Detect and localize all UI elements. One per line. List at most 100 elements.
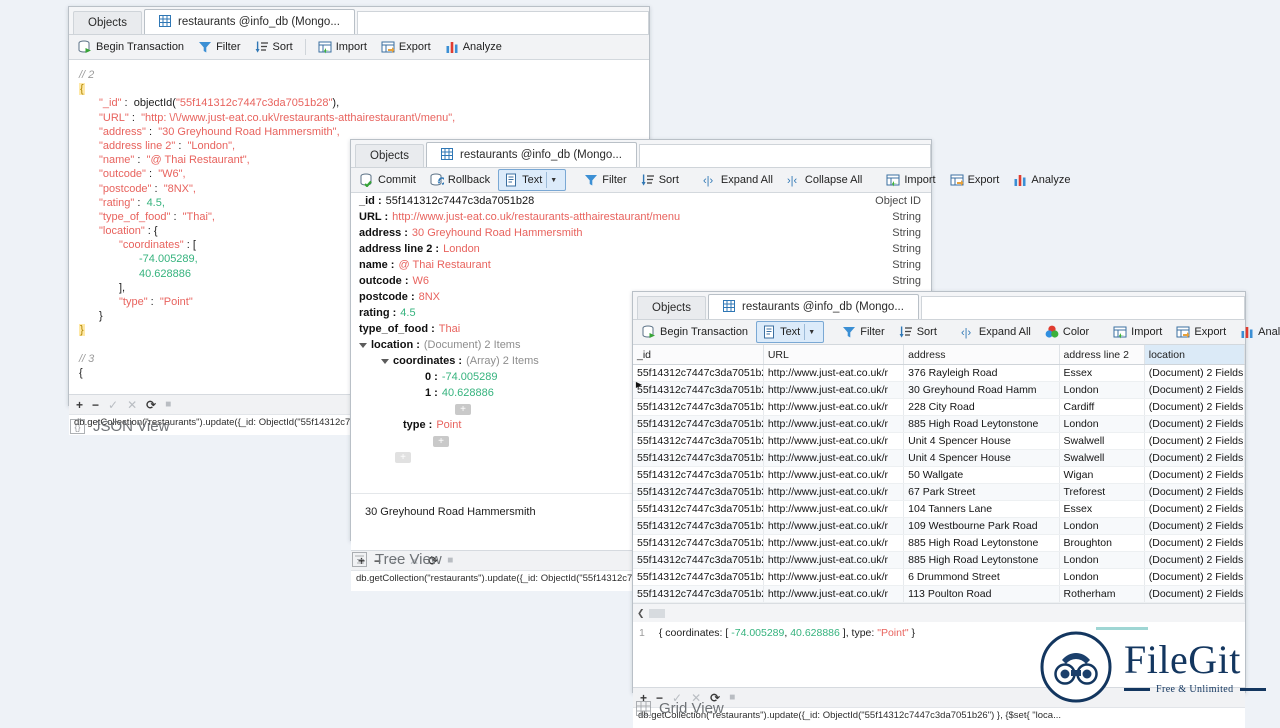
table-cell[interactable]: 55f14312c7447c3da7051b2a	[633, 535, 763, 552]
table-cell[interactable]: 228 City Road	[904, 399, 1059, 416]
table-cell[interactable]: 55f14312c7447c3da7051b34	[633, 518, 763, 535]
table-cell[interactable]: 55f14312c7447c3da7051b2b	[633, 586, 763, 603]
grid-toolbar-expand-all-button[interactable]: ‹|›Expand All	[955, 322, 1037, 342]
table-cell[interactable]: (Document) 2 Fields	[1144, 416, 1244, 433]
table-cell[interactable]: London	[1059, 552, 1144, 569]
table-cell[interactable]: http://www.just-eat.co.uk/r	[763, 603, 903, 604]
column-header-address-line-2[interactable]: address line 2	[1059, 345, 1144, 365]
table-cell[interactable]: (Document) 2 Fields	[1144, 484, 1244, 501]
table-cell[interactable]: 55f14312c7447c3da7051b31	[633, 484, 763, 501]
table-cell[interactable]: 55f14312c7447c3da7051b33	[633, 501, 763, 518]
table-cell[interactable]: (Document) 2 Fields	[1144, 586, 1244, 603]
json-toolbar-export-button[interactable]: Export	[375, 37, 437, 57]
table-cell[interactable]: Unit 4 Spencer House	[904, 433, 1059, 450]
cancel-edit-button[interactable]: ✕	[127, 398, 137, 412]
table-cell[interactable]: http://www.just-eat.co.uk/r	[763, 433, 903, 450]
tab-objects[interactable]: Objects	[355, 144, 424, 167]
table-cell[interactable]: (Document) 2 Fields	[1144, 399, 1244, 416]
table-cell[interactable]: http://www.just-eat.co.uk/r	[763, 569, 903, 586]
table-cell[interactable]: Swalwell	[1059, 433, 1144, 450]
expander-triangle-icon[interactable]	[359, 341, 368, 350]
tree-toolbar-filter-button[interactable]: Filter	[578, 170, 632, 190]
table-row[interactable]: 55f14312c7447c3da7051b27http://www.just-…	[633, 365, 1245, 382]
tree-toolbar-sort-button[interactable]: Sort	[635, 170, 685, 190]
table-cell[interactable]: 885 High Road Leytonstone	[904, 416, 1059, 433]
stop-button[interactable]: ■	[447, 555, 453, 566]
table-cell[interactable]: (Document) 2 Fields	[1144, 450, 1244, 467]
table-row[interactable]: 55f14312c7447c3da7051b2chttp://www.just-…	[633, 552, 1245, 569]
table-cell[interactable]: Unit 4 Spencer House	[904, 450, 1059, 467]
table-cell[interactable]: (Document) 2 Fields	[1144, 365, 1244, 382]
table-row[interactable]: 55f14312c7447c3da7051b2dhttp://www.just-…	[633, 569, 1245, 586]
column-header-_id[interactable]: _id	[633, 345, 763, 365]
tree-toolbar-commit-button[interactable]: Commit	[354, 170, 422, 190]
json-toolbar-begin-transaction-button[interactable]: Begin Transaction	[72, 37, 190, 57]
chevron-down-icon[interactable]: ▼	[546, 172, 560, 188]
tree-row[interactable]: address :30 Greyhound Road HammersmithSt…	[351, 225, 931, 241]
table-cell[interactable]: (Document) 2 Fields	[1144, 501, 1244, 518]
table-cell[interactable]: http://www.just-eat.co.uk/r	[763, 484, 903, 501]
table-cell[interactable]: 67 Park Street	[904, 484, 1059, 501]
tab-restaurants-collection[interactable]: restaurants @info_db (Mongo...	[708, 294, 919, 319]
chevron-down-icon[interactable]: ▼	[804, 324, 818, 340]
table-row[interactable]: 55f14312c7447c3da7051b2bhttp://www.just-…	[633, 586, 1245, 603]
grid-toolbar-sort-button[interactable]: Sort	[893, 322, 943, 342]
table-cell[interactable]: (Document) 2 Fields	[1144, 382, 1244, 399]
table-cell[interactable]: 30 Greyhound Road Hamm	[904, 382, 1059, 399]
tree-toolbar-analyze-button[interactable]: Analyze	[1007, 170, 1076, 190]
grid-toolbar-import-button[interactable]: Import	[1107, 322, 1168, 342]
table-cell[interactable]: 55f14312c7447c3da7051b35	[633, 603, 763, 604]
table-cell[interactable]: London	[1059, 416, 1144, 433]
table-cell[interactable]: Swalwell	[1059, 450, 1144, 467]
tree-row[interactable]: outcode :W6String	[351, 273, 931, 289]
expander-triangle-icon[interactable]	[381, 357, 390, 366]
stop-button[interactable]: ■	[165, 399, 171, 410]
column-header-location[interactable]: location	[1144, 345, 1244, 365]
table-row[interactable]: 55f14312c7447c3da7051b2ehttp://www.just-…	[633, 416, 1245, 433]
table-cell[interactable]: http://www.just-eat.co.uk/r	[763, 501, 903, 518]
table-cell[interactable]: Essex	[1059, 365, 1144, 382]
table-cell[interactable]: http://www.just-eat.co.uk/r	[763, 382, 903, 399]
table-cell[interactable]: http://www.just-eat.co.uk/r	[763, 450, 903, 467]
grid-toolbar-analyze-button[interactable]: Analyze	[1234, 322, 1280, 342]
collapse-chevron-icon[interactable]: ❮	[637, 608, 645, 619]
table-cell[interactable]: 55f14312c7447c3da7051b2f	[633, 433, 763, 450]
table-row[interactable]: 55f14312c7447c3da7051b30http://www.just-…	[633, 450, 1245, 467]
tree-toolbar-rollback-button[interactable]: Rollback	[424, 170, 496, 190]
table-cell[interactable]: Treforest	[1059, 484, 1144, 501]
table-row[interactable]: 55f14312c7447c3da7051b28http://www.just-…	[633, 382, 1245, 399]
add-item-button[interactable]: +	[433, 436, 449, 447]
tab-restaurants-collection[interactable]: restaurants @info_db (Mongo...	[144, 9, 355, 34]
table-cell[interactable]: (Document) 2 Fields	[1144, 518, 1244, 535]
table-cell[interactable]: (Document) 2 Fields	[1144, 467, 1244, 484]
table-cell[interactable]: London	[1059, 569, 1144, 586]
table-cell[interactable]: Merseyside	[1059, 603, 1144, 604]
table-cell[interactable]: London	[1059, 518, 1144, 535]
table-row[interactable]: 55f14312c7447c3da7051b2fhttp://www.just-…	[633, 433, 1245, 450]
table-cell[interactable]: (Document) 2 Fields	[1144, 569, 1244, 586]
table-cell[interactable]: (Document) 2 Fields	[1144, 535, 1244, 552]
table-row[interactable]: 55f14312c7447c3da7051b35http://www.just-…	[633, 603, 1245, 604]
table-cell[interactable]: http://www.just-eat.co.uk/r	[763, 586, 903, 603]
table-cell[interactable]: http://www.just-eat.co.uk/r	[763, 416, 903, 433]
grid-toolbar-begin-transaction-button[interactable]: Begin Transaction	[636, 322, 754, 342]
table-cell[interactable]: 55f14312c7447c3da7051b32	[633, 467, 763, 484]
tree-toolbar-import-button[interactable]: Import	[880, 170, 941, 190]
table-cell[interactable]: 104 Tanners Lane	[904, 501, 1059, 518]
json-toolbar-sort-button[interactable]: Sort	[249, 37, 299, 57]
json-toolbar-filter-button[interactable]: Filter	[192, 37, 246, 57]
json-toolbar-analyze-button[interactable]: Analyze	[439, 37, 508, 57]
table-row[interactable]: 55f14312c7447c3da7051b32http://www.just-…	[633, 467, 1245, 484]
table-cell[interactable]: 6 Drummond Street	[904, 569, 1059, 586]
column-header-url[interactable]: URL	[763, 345, 903, 365]
table-cell[interactable]: Rotherham	[1059, 586, 1144, 603]
json-toolbar-import-button[interactable]: Import	[312, 37, 373, 57]
table-row[interactable]: 55f14312c7447c3da7051b2ahttp://www.just-…	[633, 535, 1245, 552]
table-row[interactable]: 55f14312c7447c3da7051b34http://www.just-…	[633, 518, 1245, 535]
table-cell[interactable]: 376 Rayleigh Road	[904, 365, 1059, 382]
tab-restaurants-collection[interactable]: restaurants @info_db (Mongo...	[426, 142, 637, 167]
table-cell[interactable]: 17 Alexandra Road	[904, 603, 1059, 604]
splitter-thumb[interactable]	[649, 609, 665, 618]
table-cell[interactable]: Cardiff	[1059, 399, 1144, 416]
table-cell[interactable]: http://www.just-eat.co.uk/r	[763, 467, 903, 484]
